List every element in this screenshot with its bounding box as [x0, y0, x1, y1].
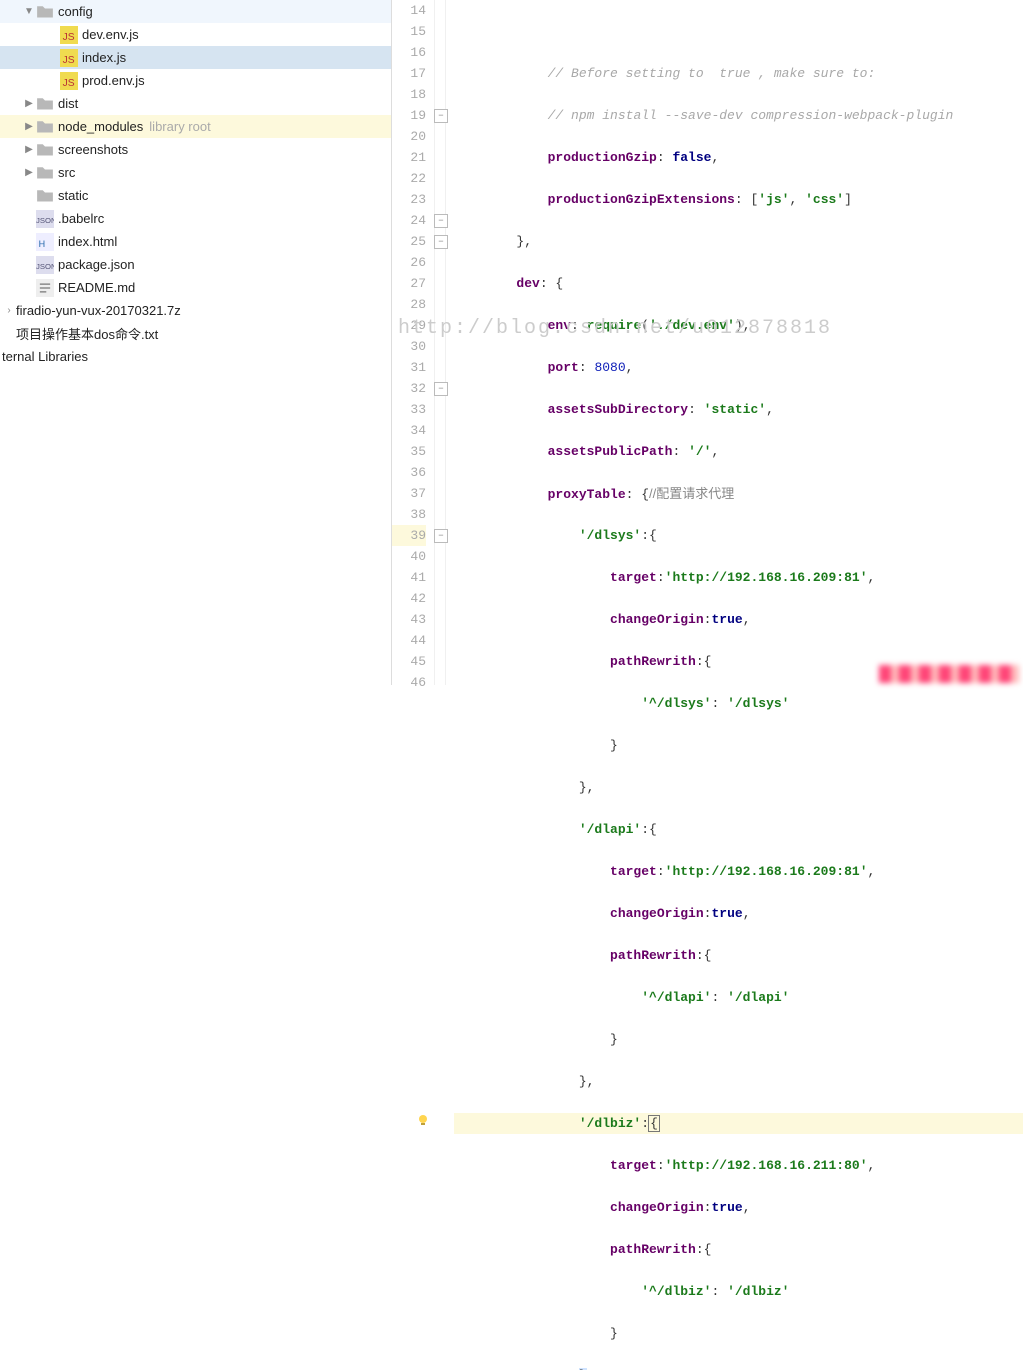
tree-folder-static[interactable]: static: [0, 184, 391, 207]
tree-label: static: [58, 188, 88, 203]
tree-label: 项目操作基本dos命令.txt: [16, 324, 158, 343]
svg-text:H: H: [39, 239, 46, 249]
tree-label: dist: [58, 96, 78, 111]
tree-label: screenshots: [58, 142, 128, 157]
tree-file-dos-txt[interactable]: 项目操作基本dos命令.txt: [0, 322, 391, 345]
code-line[interactable]: '/dlsys':{: [454, 525, 1023, 546]
code-line[interactable]: '/dlapi':{: [454, 819, 1023, 840]
folder-icon: [36, 165, 54, 181]
code-line[interactable]: changeOrigin:true,: [454, 1197, 1023, 1218]
tree-label: firadio-yun-vux-20170321.7z: [16, 303, 181, 318]
chevron-right-icon: ▶: [22, 144, 36, 155]
code-line[interactable]: productionGzip: false,: [454, 147, 1023, 168]
tree-file-prod-env[interactable]: JS prod.env.js: [0, 69, 391, 92]
tree-label: src: [58, 165, 75, 180]
tree-folder-node-modules[interactable]: ▶ node_modules library root: [0, 115, 391, 138]
intention-bulb-icon[interactable]: [416, 1113, 430, 1127]
code-line[interactable]: },: [454, 1071, 1023, 1092]
chevron-right-icon: ▶: [22, 121, 36, 132]
json-file-icon: JSON: [36, 210, 54, 228]
folder-icon: [36, 142, 54, 158]
tree-file-index-js[interactable]: JS index.js: [0, 46, 391, 69]
tree-file-index-html[interactable]: H index.html: [0, 230, 391, 253]
tree-file-babelrc[interactable]: JSON .babelrc: [0, 207, 391, 230]
chevron-down-icon: ▼: [22, 6, 36, 17]
chevron-right-icon: ▶: [22, 167, 36, 178]
tree-external-libraries[interactable]: ternal Libraries: [0, 345, 391, 368]
code-line[interactable]: proxyTable: {//配置请求代理: [454, 483, 1023, 504]
tree-label: ternal Libraries: [2, 349, 88, 364]
tree-label: index.js: [82, 50, 126, 65]
svg-text:JS: JS: [63, 55, 75, 66]
tree-label: prod.env.js: [82, 73, 145, 88]
tree-folder-src[interactable]: ▶ src: [0, 161, 391, 184]
json-file-icon: JSON: [36, 256, 54, 274]
code-area[interactable]: http://blog.csdn.net/u012878818 // Befor…: [446, 0, 1023, 685]
js-file-icon: JS: [60, 49, 78, 67]
chevron-right-icon: ▶: [22, 98, 36, 109]
folder-icon: [36, 96, 54, 112]
tree-label: config: [58, 4, 93, 19]
code-line[interactable]: productionGzipExtensions: ['js', 'css']: [454, 189, 1023, 210]
folder-icon: [36, 188, 54, 204]
code-line[interactable]: '^/dlbiz': '/dlbiz': [454, 1281, 1023, 1302]
code-line[interactable]: target:'http://192.168.16.209:81',: [454, 567, 1023, 588]
js-file-icon: JS: [60, 26, 78, 44]
tree-file-dev-env[interactable]: JS dev.env.js: [0, 23, 391, 46]
redacted-region: [879, 665, 1019, 683]
code-line[interactable]: dev: {: [454, 273, 1023, 294]
code-line[interactable]: '^/dlapi': '/dlapi': [454, 987, 1023, 1008]
library-root-hint: library root: [149, 119, 210, 134]
code-line[interactable]: }: [454, 735, 1023, 756]
code-editor[interactable]: 1415161718192021222324252627282930313233…: [392, 0, 1023, 685]
folder-icon: [36, 119, 54, 135]
tree-label: .babelrc: [58, 211, 104, 226]
code-line[interactable]: }: [454, 1365, 1023, 1370]
tree-label: index.html: [58, 234, 117, 249]
svg-text:JS: JS: [63, 78, 75, 89]
code-line[interactable]: // Before setting to true , make sure to…: [454, 63, 1023, 84]
js-file-icon: JS: [60, 72, 78, 90]
svg-text:JSON: JSON: [36, 215, 54, 224]
code-line[interactable]: }: [454, 1323, 1023, 1344]
tree-label: node_modules: [58, 119, 143, 134]
tree-folder-screenshots[interactable]: ▶ screenshots: [0, 138, 391, 161]
tree-folder-dist[interactable]: ▶ dist: [0, 92, 391, 115]
code-line-current[interactable]: '/dlbiz':{: [454, 1113, 1023, 1134]
tree-file-readme[interactable]: README.md: [0, 276, 391, 299]
text-file-icon: [36, 279, 54, 297]
tree-file-archive[interactable]: › firadio-yun-vux-20170321.7z: [0, 299, 391, 322]
fold-column[interactable]: − − − − −: [434, 0, 446, 685]
tree-label: README.md: [58, 280, 135, 295]
code-line[interactable]: assetsSubDirectory: 'static',: [454, 399, 1023, 420]
svg-text:JSON: JSON: [36, 261, 54, 270]
svg-text:JS: JS: [63, 32, 75, 43]
code-line[interactable]: assetsPublicPath: '/',: [454, 441, 1023, 462]
code-line[interactable]: changeOrigin:true,: [454, 903, 1023, 924]
project-tree[interactable]: ▼ config JS dev.env.js JS index.js JS pr…: [0, 0, 392, 685]
tree-folder-config[interactable]: ▼ config: [0, 0, 391, 23]
code-line[interactable]: },: [454, 231, 1023, 252]
tree-file-package-json[interactable]: JSON package.json: [0, 253, 391, 276]
code-line[interactable]: changeOrigin:true,: [454, 609, 1023, 630]
code-line[interactable]: pathRewrith:{: [454, 1239, 1023, 1260]
code-line[interactable]: pathRewrith:{: [454, 945, 1023, 966]
code-line[interactable]: target:'http://192.168.16.211:80',: [454, 1155, 1023, 1176]
html-file-icon: H: [36, 233, 54, 251]
code-line[interactable]: env: require('./dev.env'),: [454, 315, 1023, 336]
code-line[interactable]: port: 8080,: [454, 357, 1023, 378]
line-number-gutter: 1415161718192021222324252627282930313233…: [392, 0, 434, 685]
code-line[interactable]: }: [454, 1029, 1023, 1050]
code-line[interactable]: },: [454, 777, 1023, 798]
code-line[interactable]: '^/dlsys': '/dlsys': [454, 693, 1023, 714]
tree-label: dev.env.js: [82, 27, 139, 42]
tree-label: package.json: [58, 257, 135, 272]
code-line[interactable]: // npm install --save-dev compression-we…: [454, 105, 1023, 126]
folder-icon: [36, 4, 54, 20]
code-line[interactable]: target:'http://192.168.16.209:81',: [454, 861, 1023, 882]
